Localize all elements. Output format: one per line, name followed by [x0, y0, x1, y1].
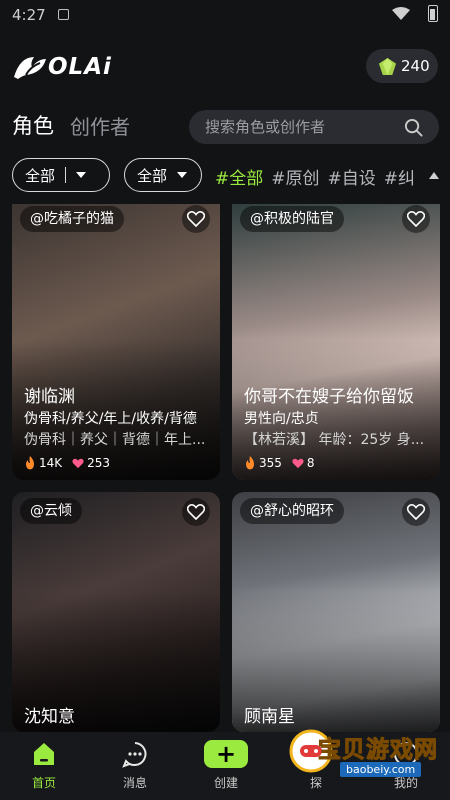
- card-heat: 14K: [39, 456, 63, 470]
- battery-icon: [428, 5, 438, 22]
- filter-dropdown-2-label: 全部: [137, 166, 168, 185]
- card-tags: 男性向/忠贞: [244, 411, 319, 427]
- tag-custom[interactable]: #自设: [328, 169, 376, 188]
- character-card[interactable]: @吃橘子的猫 谢临渊 伪骨科/养父/年上/收养/背德 伪骨科｜养父｜背德｜年上.…: [12, 204, 220, 480]
- card-stats: 14K 253: [24, 456, 110, 470]
- character-card[interactable]: @云倾 沈知意: [12, 492, 220, 732]
- nav-home[interactable]: 首页: [14, 740, 74, 791]
- card-author[interactable]: @吃橘子的猫: [20, 206, 124, 232]
- favorite-icon[interactable]: [402, 205, 430, 233]
- card-name: 你哥不在嫂子给你留饭: [244, 387, 414, 407]
- fire-icon: [26, 456, 34, 470]
- caret-down-icon: [177, 172, 188, 178]
- expand-tags-icon[interactable]: [429, 172, 439, 179]
- chat-bubble-icon: [122, 742, 147, 768]
- filter-dropdown-1[interactable]: 全部: [12, 158, 110, 192]
- fire-icon: [246, 456, 254, 470]
- heart-filled-icon: [292, 458, 304, 468]
- coin-count: 240: [401, 57, 430, 75]
- tab-characters[interactable]: 角色: [12, 110, 54, 140]
- card-likes: 8: [306, 456, 315, 470]
- status-time: 4:27: [12, 6, 46, 24]
- wifi-icon: [392, 7, 410, 20]
- card-tags: 伪骨科/养父/年上/收养/背德: [24, 411, 197, 427]
- watermark-url: baobeiy.com: [340, 762, 422, 777]
- search-bar[interactable]: [189, 110, 439, 144]
- leaf-logo-icon: [14, 57, 46, 79]
- divider: [65, 167, 67, 183]
- heart-filled-icon: [72, 458, 84, 468]
- nav-create-label: 创建: [213, 776, 238, 790]
- coin-balance[interactable]: 240: [366, 49, 438, 83]
- card-name: 谢临渊: [24, 387, 75, 407]
- search-input[interactable]: [205, 110, 395, 144]
- sim-icon: [58, 9, 69, 20]
- tag-filter-row: #全部 #原创 #自设 #纠: [215, 164, 425, 188]
- card-author[interactable]: @云倾: [20, 498, 82, 524]
- card-description: 伪骨科｜养父｜背德｜年上...: [24, 432, 206, 448]
- logo-text: OLAi: [48, 54, 112, 80]
- card-likes: 253: [87, 456, 111, 470]
- filter-dropdown-1-label: 全部: [25, 166, 56, 185]
- home-icon: [34, 743, 54, 765]
- favorite-icon[interactable]: [182, 205, 210, 233]
- nav-messages[interactable]: 消息: [105, 740, 165, 791]
- plus-icon: +: [204, 740, 248, 768]
- tab-creators[interactable]: 创作者: [70, 111, 130, 140]
- card-name: 沈知意: [24, 707, 75, 727]
- tag-original[interactable]: #原创: [271, 169, 319, 188]
- search-icon[interactable]: [404, 118, 423, 137]
- nav-create[interactable]: + 创建: [196, 740, 256, 791]
- card-author[interactable]: @舒心的昭环: [240, 498, 344, 524]
- status-bar: 4:27: [0, 0, 450, 34]
- watermark-title: 宝贝游戏网: [318, 737, 438, 764]
- caret-down-icon: [76, 172, 87, 178]
- character-card[interactable]: @积极的陆官 你哥不在嫂子给你留饭 男性向/忠贞 【林若溪】 年龄：25岁 身.…: [232, 204, 440, 480]
- card-description: 【林若溪】 年龄：25岁 身...: [244, 432, 425, 448]
- nav-messages-label: 消息: [122, 776, 147, 790]
- filter-dropdown-2[interactable]: 全部: [124, 158, 202, 192]
- app-logo: OLAi: [12, 52, 112, 82]
- card-stats: 355 8: [244, 456, 315, 470]
- watermark: 宝贝游戏网 baobeiy.com: [288, 724, 448, 784]
- card-author[interactable]: @积极的陆官: [240, 206, 344, 232]
- character-card[interactable]: @舒心的昭环 顾南星: [232, 492, 440, 732]
- tag-more[interactable]: #纠: [384, 169, 415, 188]
- gem-icon: [378, 57, 397, 75]
- favorite-icon[interactable]: [182, 498, 210, 526]
- tag-all[interactable]: #全部: [215, 169, 263, 188]
- favorite-icon[interactable]: [402, 498, 430, 526]
- nav-home-label: 首页: [31, 776, 56, 790]
- card-heat: 355: [259, 456, 282, 470]
